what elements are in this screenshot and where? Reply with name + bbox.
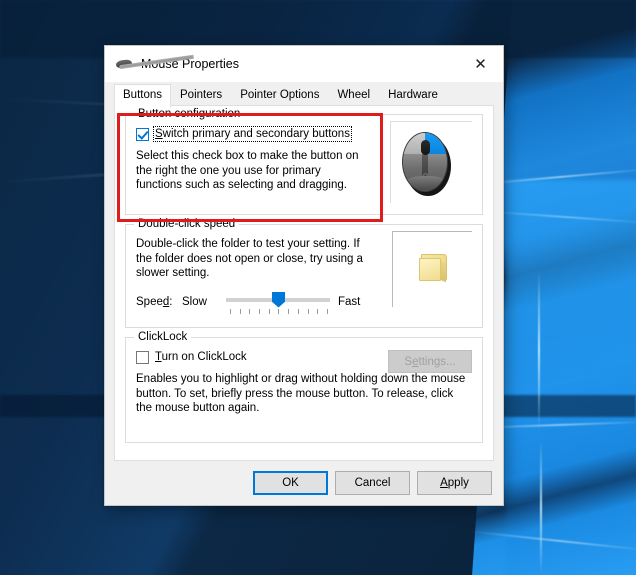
clicklock-legend: ClickLock [134,331,192,343]
wallpaper-right-glow [506,180,636,575]
clicklock-description: Enables you to highlight or drag without… [136,373,466,414]
wallpaper-streak [538,270,540,430]
dialog-titlebar: Mouse Properties ✕ [105,46,503,82]
folder-icon[interactable] [419,254,451,283]
switch-primary-secondary-checkbox[interactable] [136,128,149,141]
turn-on-clicklock-label[interactable]: Turn on ClickLock [154,350,248,364]
switch-primary-secondary-label[interactable]: Switch primary and secondary buttons [153,126,352,142]
clicklock-settings-button[interactable]: Se ttings... [388,350,472,373]
accel-char: S [155,128,163,140]
turn-on-clicklock-label-text: urn on ClickLock [161,351,247,363]
mouse-preview-panel [390,121,472,203]
tab-hardware[interactable]: Hardware [379,84,447,106]
tab-page-buttons: Button configuration Switch primary and … [114,106,494,461]
ok-button[interactable]: OK [253,471,328,495]
mouse-properties-dialog: Mouse Properties ✕ Buttons Pointers Poin… [104,45,504,506]
wallpaper-streak [540,440,542,575]
double-click-test-area[interactable] [392,231,472,307]
close-icon[interactable]: ✕ [458,46,503,82]
tab-pointer-options[interactable]: Pointer Options [231,84,328,106]
slider-thumb[interactable] [272,291,285,308]
apply-button[interactable]: Apply [417,471,492,495]
tab-bar: Buttons Pointers Pointer Options Wheel H… [105,82,503,107]
slider-fast-label: Fast [338,295,361,308]
tab-pointers[interactable]: Pointers [171,84,231,106]
tab-buttons[interactable]: Buttons [114,84,171,107]
slider-ticks [230,308,328,314]
mouse-icon [115,54,194,73]
button-configuration-legend: Button configuration [134,108,245,120]
button-configuration-group: Button configuration Switch primary and … [125,108,483,215]
slider-slow-label: Slow [182,295,207,308]
turn-on-clicklock-checkbox[interactable] [136,351,149,364]
cancel-button[interactable]: Cancel [335,471,410,495]
double-click-speed-legend: Double-click speed [134,218,240,230]
mouse-wheel [420,140,430,155]
accel-char: T [155,351,162,363]
mouse-preview-image [401,130,453,196]
speed-label: Speed: [136,295,173,308]
double-click-speed-group: Double-click speed Double-click the fold… [125,218,483,328]
double-click-speed-slider[interactable] [226,291,330,314]
dialog-footer: OK Cancel Apply [105,461,503,505]
double-click-speed-description: Double-click the folder to test your set… [136,238,363,279]
clicklock-group: ClickLock Turn on ClickLock Enables you … [125,331,483,443]
button-configuration-description: Select this check box to make the button… [136,150,359,191]
tab-wheel[interactable]: Wheel [328,84,379,106]
desktop-wallpaper: Mouse Properties ✕ Buttons Pointers Poin… [0,0,636,575]
switch-primary-secondary-label-text: witch primary and secondary buttons [162,128,350,140]
